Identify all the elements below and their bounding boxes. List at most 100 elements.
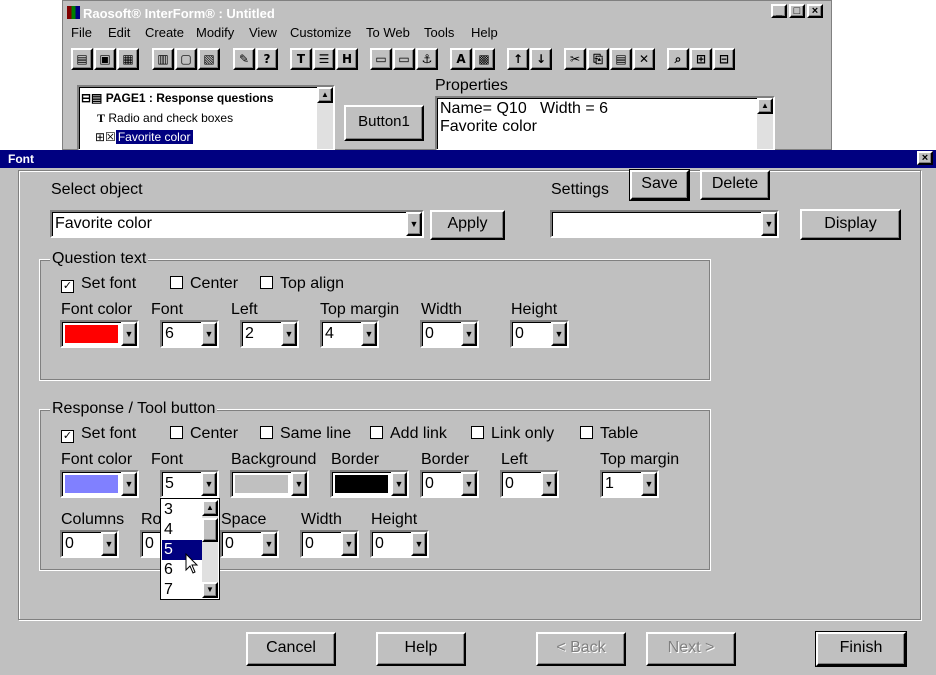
qtext-width-combo[interactable]: 0 ▼ bbox=[420, 320, 479, 348]
save-icon[interactable]: ▣ bbox=[94, 48, 116, 70]
menu-tools[interactable]: Tools bbox=[424, 25, 454, 40]
menu-file[interactable]: File bbox=[71, 25, 92, 40]
resp-background-combo[interactable]: ▼ bbox=[230, 470, 309, 498]
chevron-down-icon[interactable]: ▼ bbox=[291, 472, 307, 496]
font-size-dropdown-list[interactable]: 3 4 5 6 7 ▲ ▼ bbox=[160, 498, 220, 600]
text-icon[interactable]: T bbox=[290, 48, 312, 70]
dropdown-scrollbar[interactable]: ▲ ▼ bbox=[202, 500, 218, 598]
move-up-icon[interactable]: ↑ bbox=[507, 48, 529, 70]
help-wizard-icon[interactable]: ? bbox=[256, 48, 278, 70]
copy-page-icon[interactable]: ▧ bbox=[198, 48, 220, 70]
font-color-icon[interactable]: A bbox=[450, 48, 472, 70]
resp-border-combo[interactable]: 0 ▼ bbox=[420, 470, 479, 498]
scroll-up-icon[interactable]: ▲ bbox=[202, 500, 218, 516]
select-object-combo[interactable]: Favorite color ▼ bbox=[50, 210, 424, 238]
dropdown-option[interactable]: 3 bbox=[162, 500, 204, 520]
qtext-font-combo[interactable]: 6 ▼ bbox=[160, 320, 219, 348]
chevron-down-icon[interactable]: ▼ bbox=[341, 532, 357, 556]
chevron-down-icon[interactable]: ▼ bbox=[391, 472, 407, 496]
chevron-down-icon[interactable]: ▼ bbox=[121, 322, 137, 346]
chevron-down-icon[interactable]: ▼ bbox=[541, 472, 557, 496]
menu-view[interactable]: View bbox=[249, 25, 277, 40]
apply-button[interactable]: Apply bbox=[430, 210, 505, 240]
chevron-down-icon[interactable]: ▼ bbox=[411, 532, 427, 556]
resp-left-combo[interactable]: 0 ▼ bbox=[500, 470, 559, 498]
menu-help[interactable]: Help bbox=[471, 25, 498, 40]
chevron-down-icon[interactable]: ▼ bbox=[101, 532, 117, 556]
move-down-icon[interactable]: ↓ bbox=[530, 48, 552, 70]
tree-item-radio[interactable]: T Radio and check boxes bbox=[97, 111, 233, 126]
chevron-down-icon[interactable]: ▼ bbox=[261, 532, 277, 556]
close-button[interactable]: × bbox=[807, 4, 823, 18]
resp-width-combo[interactable]: 0 ▼ bbox=[300, 530, 359, 558]
chevron-down-icon[interactable]: ▼ bbox=[121, 472, 137, 496]
button1-preview[interactable]: Button1 bbox=[344, 105, 424, 141]
resp-font-color-combo[interactable]: ▼ bbox=[60, 470, 139, 498]
settings-combo[interactable]: ▼ bbox=[550, 210, 779, 238]
delete-button[interactable]: Delete bbox=[700, 170, 770, 200]
resp-border-color-combo[interactable]: ▼ bbox=[330, 470, 409, 498]
new-page-icon[interactable]: ▥ bbox=[152, 48, 174, 70]
resp-table-checkbox[interactable]: Table bbox=[580, 425, 638, 443]
dropdown-option[interactable]: 4 bbox=[162, 520, 204, 540]
properties-icon[interactable]: ▩ bbox=[473, 48, 495, 70]
anchor-icon[interactable]: ⚓ bbox=[416, 48, 438, 70]
cut-icon[interactable]: ✂ bbox=[564, 48, 586, 70]
expand-icon[interactable]: ⊞ bbox=[690, 48, 712, 70]
menu-create[interactable]: Create bbox=[145, 25, 184, 40]
chevron-down-icon[interactable]: ▼ bbox=[461, 472, 477, 496]
resp-top-margin-combo[interactable]: 1 ▼ bbox=[600, 470, 659, 498]
properties-scrollbar[interactable]: ▲ bbox=[757, 98, 773, 149]
resp-same-line-checkbox[interactable]: Same line bbox=[260, 425, 351, 443]
delete-icon[interactable]: ✕ bbox=[633, 48, 655, 70]
help-button[interactable]: Help bbox=[376, 632, 466, 666]
qtext-top-margin-combo[interactable]: 4 ▼ bbox=[320, 320, 379, 348]
resp-columns-combo[interactable]: 0 ▼ bbox=[60, 530, 119, 558]
chevron-down-icon[interactable]: ▼ bbox=[461, 322, 477, 346]
paste-icon[interactable]: ▤ bbox=[610, 48, 632, 70]
scroll-thumb[interactable] bbox=[202, 518, 218, 542]
qtext-font-color-combo[interactable]: ▼ bbox=[60, 320, 139, 348]
qtext-left-combo[interactable]: 2 ▼ bbox=[240, 320, 299, 348]
finish-button[interactable]: Finish bbox=[815, 631, 907, 667]
chevron-down-icon[interactable]: ▼ bbox=[406, 212, 422, 236]
resp-link-only-checkbox[interactable]: Link only bbox=[471, 425, 554, 443]
resp-center-checkbox[interactable]: Center bbox=[170, 425, 238, 443]
chevron-down-icon[interactable]: ▼ bbox=[201, 322, 217, 346]
heading-icon[interactable]: H bbox=[336, 48, 358, 70]
open-icon[interactable]: ▤ bbox=[71, 48, 93, 70]
chevron-down-icon[interactable]: ▼ bbox=[641, 472, 657, 496]
resp-height-combo[interactable]: 0 ▼ bbox=[370, 530, 429, 558]
tree-item-favorite-color[interactable]: ⊞☒ Favorite color bbox=[95, 130, 317, 148]
menu-customize[interactable]: Customize bbox=[290, 25, 351, 40]
input-box-icon[interactable]: ▭ bbox=[370, 48, 392, 70]
dropdown-option[interactable]: 7 bbox=[162, 580, 204, 600]
chevron-down-icon[interactable]: ▼ bbox=[551, 322, 567, 346]
ok-button-icon[interactable]: ▭ bbox=[393, 48, 415, 70]
copy-icon[interactable]: ⎘ bbox=[587, 48, 609, 70]
preview-icon[interactable]: ⌕ bbox=[667, 48, 689, 70]
wizard-icon[interactable]: ✎ bbox=[233, 48, 255, 70]
back-button[interactable]: < Back bbox=[536, 632, 626, 666]
resp-add-link-checkbox[interactable]: Add link bbox=[370, 425, 447, 443]
menu-modify[interactable]: Modify bbox=[196, 25, 234, 40]
resp-space-combo[interactable]: 0 ▼ bbox=[220, 530, 279, 558]
chevron-down-icon[interactable]: ▼ bbox=[761, 212, 777, 236]
chevron-down-icon[interactable]: ▼ bbox=[201, 472, 217, 496]
maximize-button[interactable]: □ bbox=[789, 4, 805, 18]
qtext-set-font-checkbox[interactable]: ✓ Set font bbox=[61, 275, 136, 293]
next-button[interactable]: Next > bbox=[646, 632, 736, 666]
qtext-height-combo[interactable]: 0 ▼ bbox=[510, 320, 569, 348]
collapse-icon[interactable]: ⊟ bbox=[713, 48, 735, 70]
save-button[interactable]: Save bbox=[629, 169, 690, 201]
display-button[interactable]: Display bbox=[800, 209, 901, 240]
qtext-center-checkbox[interactable]: Center bbox=[170, 275, 238, 293]
dialog-close-button[interactable]: × bbox=[917, 151, 933, 165]
tree-item-page1[interactable]: ⊟▤ PAGE1 : Response questions bbox=[81, 91, 274, 105]
list-icon[interactable]: ☰ bbox=[313, 48, 335, 70]
menu-edit[interactable]: Edit bbox=[108, 25, 130, 40]
minimize-button[interactable]: _ bbox=[771, 4, 787, 18]
menu-to-web[interactable]: To Web bbox=[366, 25, 410, 40]
chevron-down-icon[interactable]: ▼ bbox=[361, 322, 377, 346]
qtext-top-align-checkbox[interactable]: Top align bbox=[260, 275, 344, 293]
